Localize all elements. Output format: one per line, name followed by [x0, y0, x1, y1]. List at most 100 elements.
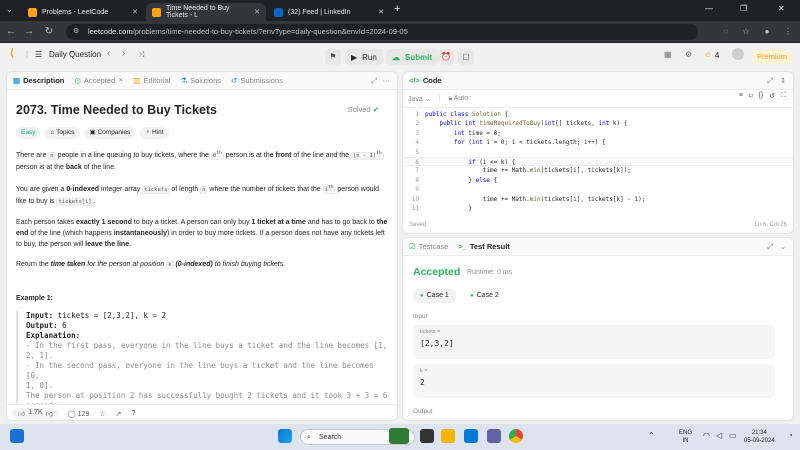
favorite-star-icon[interactable]: ☆: [99, 410, 105, 418]
tab-solutions[interactable]: ⚗ Solutions: [180, 76, 221, 85]
format-icon[interactable]: ≡: [739, 92, 743, 100]
code-line[interactable]: 10 time += Math.min(tickets[i], tickets[…: [403, 195, 793, 204]
avatar[interactable]: [732, 48, 744, 60]
close-tab-icon[interactable]: ✕: [378, 8, 384, 16]
close-tab-icon[interactable]: ✕: [118, 77, 123, 84]
code-line[interactable]: 3 int time = 0;: [403, 129, 793, 138]
prev-problem-icon[interactable]: ‹: [107, 48, 110, 59]
close-tab-icon[interactable]: ✕: [132, 8, 138, 16]
layout-icon[interactable]: ▦: [664, 50, 672, 59]
volume-icon[interactable]: ◁: [716, 431, 722, 440]
auto-mode-toggle[interactable]: 🔒︎ Auto: [448, 95, 468, 103]
companies-tag[interactable]: ▣ Companies: [84, 127, 136, 139]
share-icon[interactable]: ↗: [116, 410, 122, 418]
tab-testcase[interactable]: ☑ Testcase: [409, 242, 448, 251]
notification-bell-icon[interactable]: ◔: [788, 431, 793, 440]
case-1-tab[interactable]: ● Case 1: [413, 289, 456, 303]
menu-dots-icon[interactable]: ⋮: [781, 25, 795, 39]
tab-label: Test Result: [469, 242, 510, 251]
tab-code[interactable]: </> Code: [409, 76, 442, 85]
profile-icon[interactable]: ●: [760, 25, 774, 39]
expand-panel-icon[interactable]: ⤢: [767, 76, 773, 86]
windows-start-icon[interactable]: [278, 429, 292, 443]
close-tab-icon[interactable]: ✕: [254, 8, 260, 16]
tab-test-result[interactable]: >_ Test Result: [458, 242, 509, 251]
code-line[interactable]: 4 for (int i = 0; i < tickets.length; i+…: [403, 138, 793, 147]
browser-tab-problems[interactable]: Problems - LeetCode ✕: [22, 3, 144, 21]
clock[interactable]: 21:34 05-09-2024: [744, 429, 775, 445]
minimize-window-button[interactable]: —: [705, 4, 713, 13]
expand-panel-icon[interactable]: ⤢: [767, 242, 773, 252]
task-view-icon[interactable]: [420, 429, 434, 443]
bookmark-icon[interactable]: ⌑: [749, 92, 753, 100]
eye-off-icon[interactable]: ◌: [719, 25, 733, 39]
premium-button[interactable]: Premium: [752, 50, 793, 64]
braces-icon[interactable]: {}: [759, 92, 764, 100]
case-2-tab[interactable]: ● Case 2: [463, 289, 506, 303]
code-line[interactable]: 5: [403, 148, 793, 157]
submit-button[interactable]: ☁ Submit: [386, 49, 439, 65]
reload-icon[interactable]: ↻: [42, 25, 56, 39]
help-icon[interactable]: ?: [131, 410, 135, 417]
battery-icon[interactable]: ▭: [729, 431, 737, 440]
bookmark-star-icon[interactable]: ☆: [739, 25, 753, 39]
tray-chevron-icon[interactable]: ⌃: [648, 431, 655, 440]
leetcode-logo-icon[interactable]: ⟨: [10, 48, 14, 59]
tab-submissions[interactable]: ↺ Submissions: [231, 76, 283, 85]
browser-tab-linkedin[interactable]: (32) Feed | LinkedIn ✕: [268, 3, 390, 21]
next-problem-icon[interactable]: ›: [122, 48, 125, 59]
fullscreen-icon[interactable]: ⛶: [781, 92, 786, 100]
settings-gear-icon[interactable]: ⚙: [685, 50, 692, 59]
like-button[interactable]: 👍︎ 1.7K 👎︎: [13, 408, 58, 419]
collapse-panel-icon[interactable]: ⇕: [780, 76, 786, 85]
hint-tag[interactable]: ♀ Hint: [140, 127, 169, 139]
thumbs-down-icon[interactable]: 👎︎: [46, 409, 53, 418]
code-line[interactable]: 11 }: [403, 204, 793, 213]
file-explorer-icon[interactable]: [441, 429, 455, 443]
code-line[interactable]: 8 } else {: [403, 176, 793, 185]
streak-fire-icon[interactable]: 🔥︎ 4: [705, 50, 719, 60]
chrome-icon[interactable]: [509, 429, 523, 443]
code-text: time += Math.min(tickets[i], tickets[k])…: [425, 167, 631, 175]
difficulty-badge[interactable]: Easy: [16, 127, 41, 139]
teams-icon[interactable]: [487, 429, 501, 443]
tab-accepted[interactable]: ◷ Accepted ✕: [74, 76, 123, 85]
code-line[interactable]: 9: [403, 185, 793, 194]
daily-question-link[interactable]: Daily Question: [49, 50, 101, 59]
close-window-button[interactable]: ✕: [778, 4, 785, 13]
shuffle-icon[interactable]: ⤨: [138, 50, 144, 60]
run-button[interactable]: ▶ Run: [345, 49, 383, 65]
language-indicator[interactable]: ENG IN: [679, 429, 692, 445]
collapse-panel-icon[interactable]: ⌄: [780, 242, 786, 251]
code-area[interactable]: 1 public class Solution {2 public int tim…: [403, 110, 793, 213]
code-line[interactable]: 6 if (i <= k) {: [403, 156, 793, 167]
code-line[interactable]: 7 time += Math.min(tickets[i], tickets[k…: [403, 166, 793, 175]
expand-panel-icon[interactable]: ⤢: [371, 76, 377, 86]
debug-icon[interactable]: ⚑: [325, 49, 341, 65]
site-info-icon[interactable]: ⚙: [73, 24, 79, 40]
store-icon[interactable]: [464, 429, 478, 443]
wifi-icon[interactable]: ◠: [703, 431, 710, 440]
reset-icon[interactable]: ↺: [769, 92, 775, 100]
problem-list-icon[interactable]: ☰: [35, 50, 42, 59]
forward-arrow-icon[interactable]: →: [22, 25, 36, 39]
widgets-icon[interactable]: [10, 429, 24, 443]
url-field[interactable]: ⚙ leetcode.com/problems/time-needed-to-b…: [66, 24, 698, 40]
language-select[interactable]: Java ⌄: [408, 95, 431, 103]
comments-button[interactable]: ◯ 129: [68, 410, 89, 418]
tab-editorial[interactable]: ▥ Editorial: [133, 76, 170, 85]
notes-icon[interactable]: ▢: [458, 49, 474, 65]
description-footer: 👍︎ 1.7K 👎︎ ◯ 129 ☆ ↗ ?: [7, 404, 397, 420]
tab-search-icon[interactable]: ⌄: [6, 5, 13, 14]
panel-menu-icon[interactable]: ⋯: [383, 76, 391, 85]
topics-tag[interactable]: ⌂ Topics: [45, 127, 80, 139]
tab-description[interactable]: ▤ Description: [13, 76, 64, 85]
code-line[interactable]: 2 public int timeRequiredToBuy(int[] tic…: [403, 119, 793, 128]
maximize-window-button[interactable]: ❐: [740, 4, 747, 13]
paragraph-4: Return the time taken for the person at …: [16, 260, 286, 269]
browser-tab-active[interactable]: Time Needed to Buy Tickets - L ✕: [146, 3, 266, 21]
code-line[interactable]: 1 public class Solution {: [403, 110, 793, 119]
alarm-icon[interactable]: ⏰: [438, 49, 454, 65]
back-arrow-icon[interactable]: ←: [4, 25, 18, 39]
new-tab-button[interactable]: +: [394, 3, 400, 15]
